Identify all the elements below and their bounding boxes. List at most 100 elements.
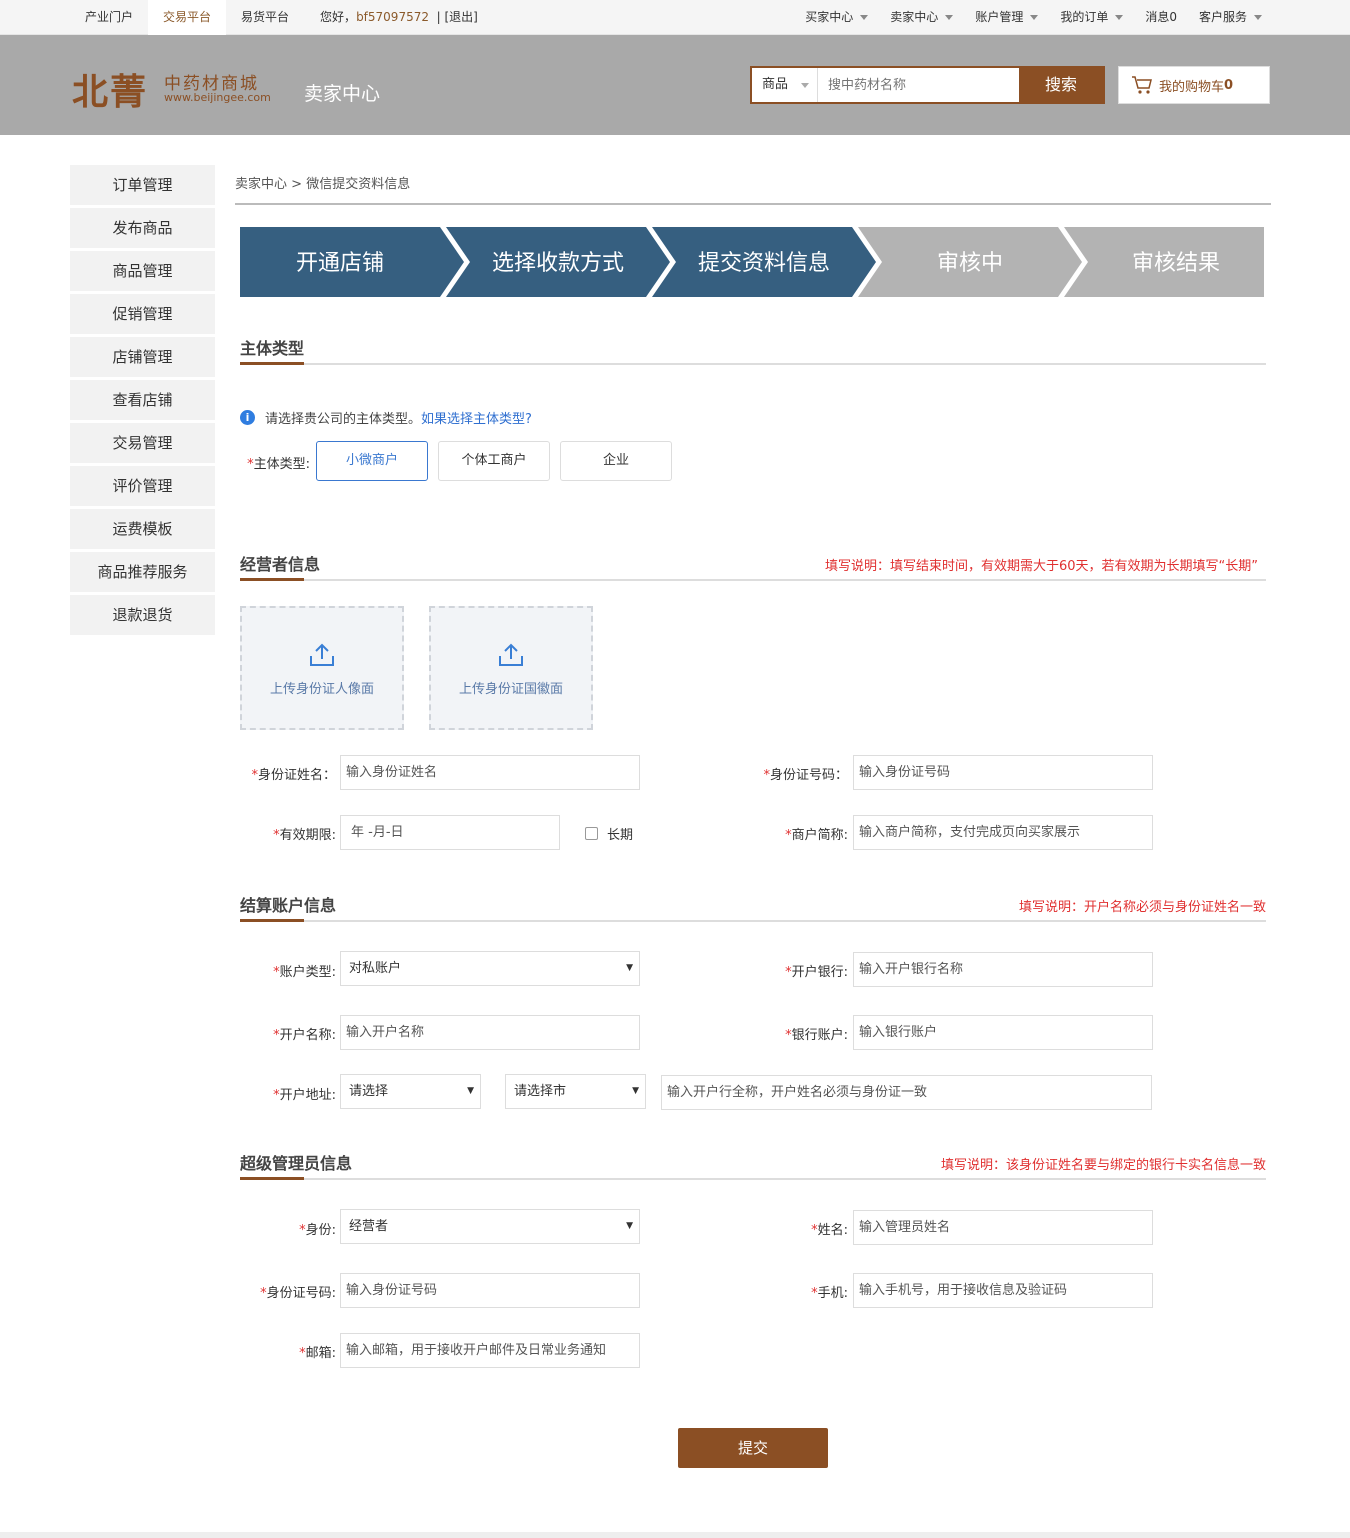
admin-name-label: *姓名: [740,1219,848,1238]
id-name-input[interactable]: 输入身份证姓名 [340,755,640,790]
sidebar-item-reviews[interactable]: 评价管理 [70,466,215,506]
logout-link[interactable]: | [退出] [437,10,478,24]
sidebar-item-products[interactable]: 商品管理 [70,251,215,291]
search-input[interactable] [822,68,1017,102]
chevron-down-icon [1115,15,1124,20]
cart-button[interactable]: 我的购物车 0 [1118,66,1270,104]
menu-seller-center-label: 卖家中心 [890,10,939,24]
longterm-checkbox[interactable]: 长期 [585,824,633,843]
step-label: 审核结果 [1132,251,1220,276]
menu-account-label: 账户管理 [975,10,1024,24]
bank-address-label: *开户地址: [236,1084,336,1103]
sidebar-item-transactions[interactable]: 交易管理 [70,423,215,463]
submit-button[interactable]: 提交 [678,1428,828,1468]
province-select[interactable]: 请选择 ▼ [340,1074,481,1109]
sidebar-item-promotions[interactable]: 促销管理 [70,294,215,334]
menu-account[interactable]: 账户管理 [975,0,1039,35]
sidebar-item-refunds[interactable]: 退款退货 [70,595,215,635]
menu-messages[interactable]: 消息0 [1145,0,1177,35]
menu-my-orders[interactable]: 我的订单 [1060,0,1124,35]
upload-id-back-label: 上传身份证国徽面 [458,682,563,697]
chevron-down-icon [801,83,809,88]
breadcrumb: 卖家中心 > 微信提交资料信息 [235,165,1271,205]
menu-buyer-center[interactable]: 买家中心 [805,0,869,35]
section-note: 填写说明：填写结束时间，有效期需大于60天，若有效期为长期填写“长期” [824,559,1258,574]
username-link[interactable]: bf57097572 [356,10,429,24]
longterm-label: 长期 [607,828,634,843]
menu-buyer-center-label: 买家中心 [805,10,854,24]
admin-role-label: *身份: [236,1219,336,1238]
admin-phone-label: *手机: [740,1282,848,1301]
sidebar-item-view-store[interactable]: 查看店铺 [70,380,215,420]
tab-trade-platform[interactable]: 交易平台 [148,0,227,35]
sidebar-item-publish-product[interactable]: 发布商品 [70,208,215,248]
admin-role-label-text: 身份: [305,1223,336,1238]
id-name-label-text: 身份证姓名： [257,768,336,783]
sidebar: 订单管理 发布商品 商品管理 促销管理 店铺管理 查看店铺 交易管理 评价管理 … [70,165,215,638]
validity-date-input[interactable]: 年 -月-日 [340,815,560,850]
admin-phone-input[interactable]: 输入手机号，用于接收信息及验证码 [853,1273,1153,1308]
admin-name-input[interactable]: 输入管理员姓名 [853,1210,1153,1245]
bank-name-input[interactable]: 输入开户银行名称 [853,952,1153,987]
search-scope-select[interactable]: 商品 [752,68,818,102]
account-name-input[interactable]: 输入开户名称 [340,1015,640,1050]
merchant-abbr-label: *商户简称: [740,824,848,843]
upload-icon [499,643,523,666]
bank-account-label: *银行账户: [740,1024,848,1043]
menu-messages-label: 消息0 [1145,10,1177,24]
sidebar-item-recommendations[interactable]: 商品推荐服务 [70,552,215,592]
checkbox-box[interactable] [585,827,598,840]
admin-role-value: 经营者 [349,1219,389,1234]
search-scope-label: 商品 [762,77,789,92]
merchant-abbr-input[interactable]: 输入商户简称，支付完成页向买家展示 [853,815,1153,850]
account-type-label-text: 账户类型: [279,965,336,980]
subject-option-enterprise[interactable]: 企业 [560,441,672,481]
bank-account-input[interactable]: 输入银行账户 [853,1015,1153,1050]
bank-label-text: 开户银行: [791,965,848,980]
account-name-label-text: 开户名称: [279,1028,336,1043]
branch-input[interactable]: 输入开户行全称，开户姓名必须与身份证一致 [661,1075,1152,1110]
tab-barter-platform[interactable]: 易货平台 [226,0,304,35]
dropdown-arrow-icon: ▼ [626,1221,633,1231]
admin-id-input[interactable]: 输入身份证号码 [340,1273,640,1308]
admin-email-input[interactable]: 输入邮箱，用于接收开户邮件及日常业务通知 [340,1333,640,1368]
menu-customer-service-label: 客户服务 [1198,10,1247,24]
step-label: 开通店铺 [296,251,384,276]
subject-option-individual[interactable]: 个体工商户 [438,441,550,481]
top-bar-right: 买家中心 卖家中心 账户管理 我的订单 消息0 客户服务 [783,0,1262,35]
step-label: 选择收款方式 [492,251,624,276]
section-underline [240,578,304,581]
sidebar-item-shipping-templates[interactable]: 运费模板 [70,509,215,549]
breadcrumb-root[interactable]: 卖家中心 [235,177,287,192]
menu-customer-service[interactable]: 客户服务 [1199,0,1262,35]
search-button[interactable]: 搜索 [1019,68,1103,102]
chevron-down-icon [860,15,869,20]
chevron-down-icon [945,15,954,20]
id-number-input[interactable]: 输入身份证号码 [853,755,1153,790]
section-title: 结算账户信息 [240,896,337,915]
menu-my-orders-label: 我的订单 [1060,10,1109,24]
city-value: 请选择市 [514,1084,567,1099]
cart-label: 我的购物车 [1159,79,1225,95]
breadcrumb-current: 微信提交资料信息 [306,177,411,192]
user-greeting: 您好，bf57097572 | [退出] [320,0,478,35]
upload-id-back[interactable]: 上传身份证国徽面 [429,606,593,730]
main-content: 卖家中心 > 微信提交资料信息 开通店铺 选择收款方式 提交资料信息 审核中 审核结果 … [235,165,1271,365]
section-underline [240,362,304,365]
sidebar-item-orders[interactable]: 订单管理 [70,165,215,205]
upload-id-front[interactable]: 上传身份证人像面 [240,606,404,730]
menu-seller-center[interactable]: 卖家中心 [890,0,954,35]
account-type-select[interactable]: 对私账户 ▼ [340,951,640,986]
subject-option-micro[interactable]: 小微商户 [316,441,428,481]
city-select[interactable]: 请选择市 ▼ [505,1074,646,1109]
section-underline [240,919,304,922]
logo-url: www.beijingee.com [164,91,271,104]
admin-role-select[interactable]: 经营者 ▼ [340,1209,640,1244]
subject-help-link[interactable]: 如果选择主体类型? [421,408,532,427]
id-number-label: *身份证号码： [740,764,848,783]
sidebar-item-store[interactable]: 店铺管理 [70,337,215,377]
dropdown-arrow-icon: ▼ [626,963,633,973]
section-subject-type: 主体类型 [240,327,1266,365]
tab-industry-portal[interactable]: 产业门户 [70,0,148,35]
logo-mark[interactable]: 北菁 [72,63,148,115]
